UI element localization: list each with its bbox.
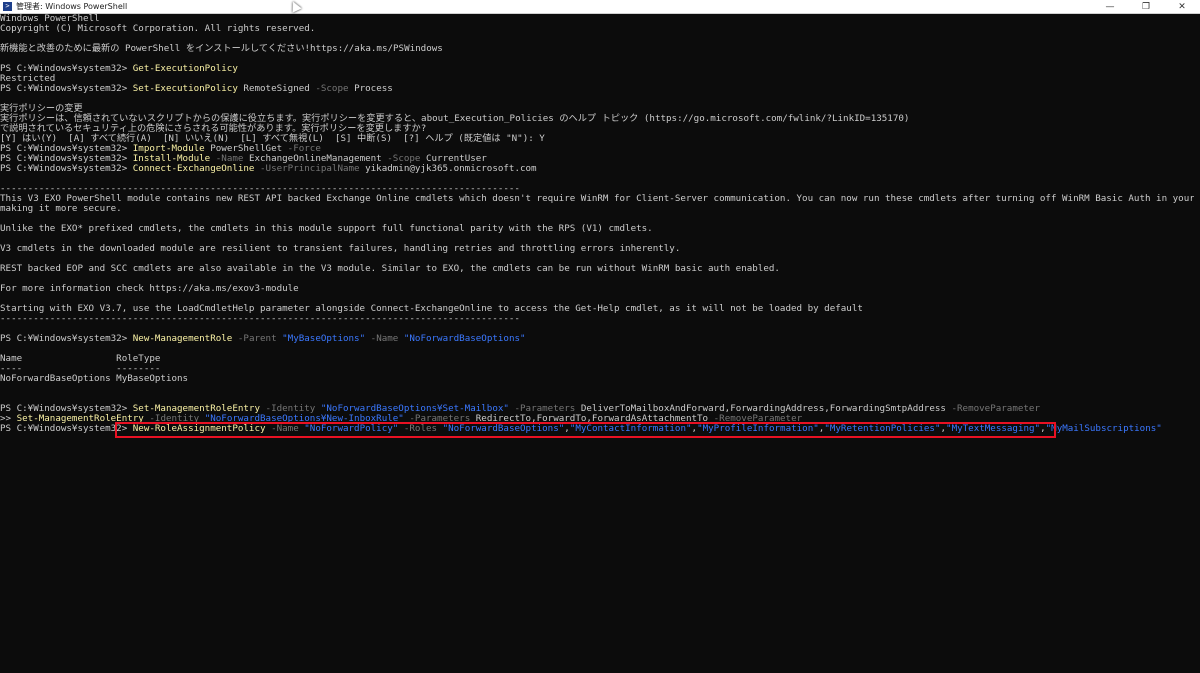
console-line: making it more secure. xyxy=(0,203,122,214)
prompt: PS C:¥Windows¥system32> xyxy=(0,333,133,344)
console-line: PS C:¥Windows¥system32> New-ManagementRo… xyxy=(0,333,526,344)
console-output[interactable]: Windows PowerShell Copyright (C) Microso… xyxy=(0,14,1200,673)
close-button[interactable]: ✕ xyxy=(1164,0,1200,14)
window-title: 管理者: Windows PowerShell xyxy=(16,2,128,11)
title-bar[interactable]: > 管理者: Windows PowerShell — ❐ ✕ xyxy=(0,0,1200,14)
console-line: Unlike the EXO* prefixed cmdlets, the cm… xyxy=(0,223,653,234)
cmdlet: Connect-ExchangeOnline xyxy=(132,163,255,174)
minimize-button[interactable]: — xyxy=(1092,0,1128,14)
highlight-box xyxy=(115,422,1056,438)
console-line: ----------------------------------------… xyxy=(0,313,520,324)
prompt: PS C:¥Windows¥system32> xyxy=(0,423,133,434)
console-line: REST backed EOP and SCC cmdlets are also… xyxy=(0,263,780,274)
cmdlet: New-ManagementRole xyxy=(132,333,233,344)
powershell-icon: > xyxy=(3,2,12,11)
console-line: PS C:¥Windows¥system32> Set-ExecutionPol… xyxy=(0,83,393,94)
cmdlet: Get-ExecutionPolicy xyxy=(132,63,238,74)
console-line: This V3 EXO PowerShell module contains n… xyxy=(0,193,1200,204)
console-line: NoForwardBaseOptions MyBaseOptions xyxy=(0,373,189,384)
prompt: PS C:¥Windows¥system32> xyxy=(0,163,133,174)
cmdlet: Set-ExecutionPolicy xyxy=(132,83,238,94)
console-line: 新機能と改善のために最新の PowerShell をインストールしてください!h… xyxy=(0,43,443,54)
window-controls: — ❐ ✕ xyxy=(1092,0,1200,14)
console-scrollbar[interactable] xyxy=(1194,14,1200,673)
maximize-button[interactable]: ❐ xyxy=(1128,0,1164,14)
console-line: Copyright (C) Microsoft Corporation. All… xyxy=(0,23,316,34)
console-line: V3 cmdlets in the downloaded module are … xyxy=(0,243,681,254)
prompt: PS C:¥Windows¥system32> xyxy=(0,83,133,94)
console-line: PS C:¥Windows¥system32> Connect-Exchange… xyxy=(0,163,537,174)
console-line: For more information check https://aka.m… xyxy=(0,283,299,294)
